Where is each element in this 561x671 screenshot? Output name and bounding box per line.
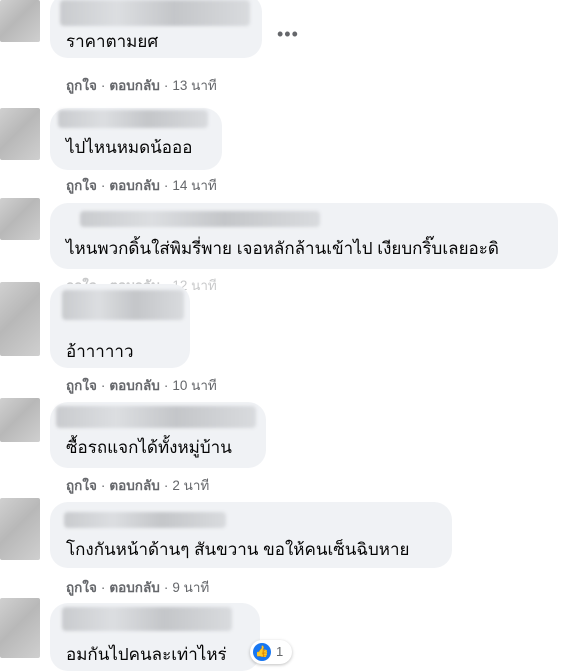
commenter-name[interactable] bbox=[62, 607, 232, 631]
comment-bubble: ราคาตามยศ bbox=[50, 0, 262, 58]
avatar[interactable] bbox=[0, 0, 40, 42]
comment-actions: ถูกใจ · ตอบกลับ · 13 นาที bbox=[66, 78, 217, 93]
commenter-name[interactable] bbox=[62, 290, 184, 320]
comment-text: ซื้อรถแจกได้ทั้งหมู่บ้าน bbox=[66, 438, 232, 457]
reply-button[interactable]: ตอบกลับ bbox=[109, 178, 159, 193]
like-button[interactable]: ถูกใจ bbox=[66, 178, 97, 193]
like-button[interactable]: ถูกใจ bbox=[66, 478, 97, 493]
reply-button[interactable]: ตอบกลับ bbox=[109, 378, 159, 393]
reaction-badge[interactable]: 👍 1 bbox=[250, 640, 292, 664]
commenter-name[interactable] bbox=[58, 110, 208, 128]
commenter-name[interactable] bbox=[60, 0, 250, 26]
comment-bubble: อมกันไปคนละเท่าไหร่ bbox=[50, 603, 260, 671]
comment-bubble: ไหนพวกดิ้นใส่พิมรี่พาย เจอหลักล้านเข้าไป… bbox=[50, 203, 558, 269]
comment-text: ไหนพวกดิ้นใส่พิมรี่พาย เจอหลักล้านเข้าไป… bbox=[66, 239, 499, 258]
avatar[interactable] bbox=[0, 108, 40, 160]
reply-button[interactable]: ตอบกลับ bbox=[109, 78, 159, 93]
like-button[interactable]: ถูกใจ bbox=[66, 78, 97, 93]
comment-text: อ้าาาาาว bbox=[66, 342, 134, 361]
commenter-name[interactable] bbox=[80, 211, 320, 227]
like-button[interactable]: ถูกใจ bbox=[66, 378, 97, 393]
avatar[interactable] bbox=[0, 598, 40, 658]
commenter-name[interactable] bbox=[64, 512, 226, 528]
avatar[interactable] bbox=[0, 198, 40, 240]
comment-actions: ถูกใจ · ตอบกลับ · 14 นาที bbox=[66, 178, 217, 193]
comment-time[interactable]: 14 นาที bbox=[172, 178, 216, 193]
like-icon: 👍 bbox=[253, 643, 271, 661]
comment-time[interactable]: 2 นาที bbox=[172, 478, 209, 493]
comment-text: ไปไหนหมดน้อออ bbox=[66, 138, 193, 157]
comment-bubble: อ้าาาาาว bbox=[50, 284, 190, 368]
comment-actions: ถูกใจ · ตอบกลับ · 9 นาที bbox=[66, 580, 210, 595]
avatar[interactable] bbox=[0, 398, 40, 442]
comment-time[interactable]: 9 นาที bbox=[172, 580, 209, 595]
comment-bubble: โกงกันหน้าด้านๆ สันขวาน ขอให้คนเซ็นฉิบหา… bbox=[50, 502, 452, 568]
avatar[interactable] bbox=[0, 498, 40, 560]
reaction-count: 1 bbox=[276, 644, 284, 659]
avatar[interactable] bbox=[0, 282, 40, 356]
reply-button[interactable]: ตอบกลับ bbox=[109, 478, 159, 493]
like-button[interactable]: ถูกใจ bbox=[66, 580, 97, 595]
comment-text: อมกันไปคนละเท่าไหร่ bbox=[66, 645, 227, 664]
comment-text: โกงกันหน้าด้านๆ สันขวาน ขอให้คนเซ็นฉิบหา… bbox=[66, 540, 410, 559]
reply-button[interactable]: ตอบกลับ bbox=[109, 580, 159, 595]
comment-bubble: ซื้อรถแจกได้ทั้งหมู่บ้าน bbox=[50, 402, 266, 468]
comment-actions: ถูกใจ · ตอบกลับ · 10 นาที bbox=[66, 378, 217, 393]
comment-time[interactable]: 13 นาที bbox=[172, 78, 216, 93]
more-options-icon[interactable]: ••• bbox=[277, 25, 299, 43]
comment-actions: ถูกใจ · ตอบกลับ · 2 นาที bbox=[66, 478, 210, 493]
comment-bubble: ไปไหนหมดน้อออ bbox=[50, 108, 222, 170]
comment-text: ราคาตามยศ bbox=[66, 32, 159, 51]
comment-time[interactable]: 10 นาที bbox=[172, 378, 216, 393]
commenter-name[interactable] bbox=[56, 406, 256, 428]
